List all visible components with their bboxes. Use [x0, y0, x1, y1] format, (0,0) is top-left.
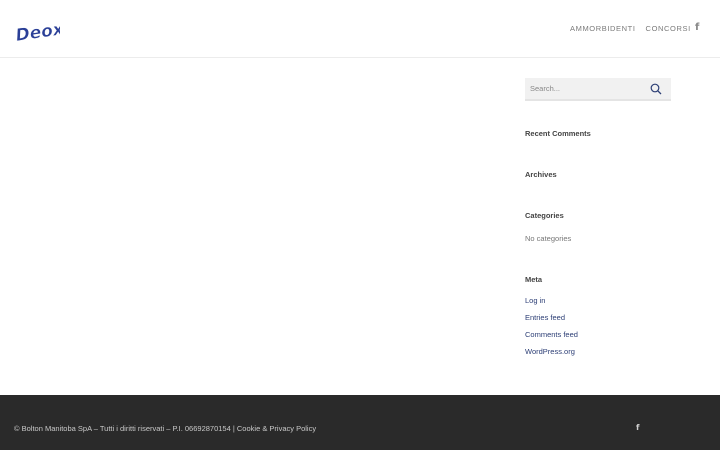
meta-title: Meta [525, 275, 543, 284]
deox-logo[interactable]: Deox [14, 14, 60, 44]
sidebar [525, 78, 671, 101]
categories-title: Categories [525, 211, 564, 220]
main-nav: AMMORBIDENTI CONCORSI f [570, 23, 701, 34]
copyright-text: © Bolton Manitoba SpA – Tutti i diritti … [14, 424, 237, 433]
nav-concorsi[interactable]: CONCORSI [646, 24, 691, 34]
search-form [525, 78, 671, 101]
search-input[interactable] [525, 78, 645, 99]
meta-link-comments-feed[interactable]: Comments feed [525, 330, 578, 339]
meta-link-login[interactable]: Log in [525, 296, 545, 305]
search-icon[interactable] [650, 83, 662, 95]
facebook-icon[interactable]: f [636, 423, 639, 432]
meta-link-entries-feed[interactable]: Entries feed [525, 313, 565, 322]
meta-link-wordpress[interactable]: WordPress.org [525, 347, 575, 356]
site-footer: © Bolton Manitoba SpA – Tutti i diritti … [0, 395, 720, 450]
privacy-policy-link[interactable]: Cookie & Privacy Policy [237, 424, 316, 433]
site-header: Deox AMMORBIDENTI CONCORSI f [0, 0, 720, 58]
logo-text: Deox [14, 19, 60, 44]
archives-title: Archives [525, 170, 557, 179]
footer-copyright: © Bolton Manitoba SpA – Tutti i diritti … [14, 424, 316, 433]
nav-ammorbidenti[interactable]: AMMORBIDENTI [570, 24, 636, 34]
categories-empty-text: No categories [525, 234, 572, 243]
facebook-icon[interactable]: f [695, 23, 699, 33]
recent-comments-title: Recent Comments [525, 129, 591, 138]
